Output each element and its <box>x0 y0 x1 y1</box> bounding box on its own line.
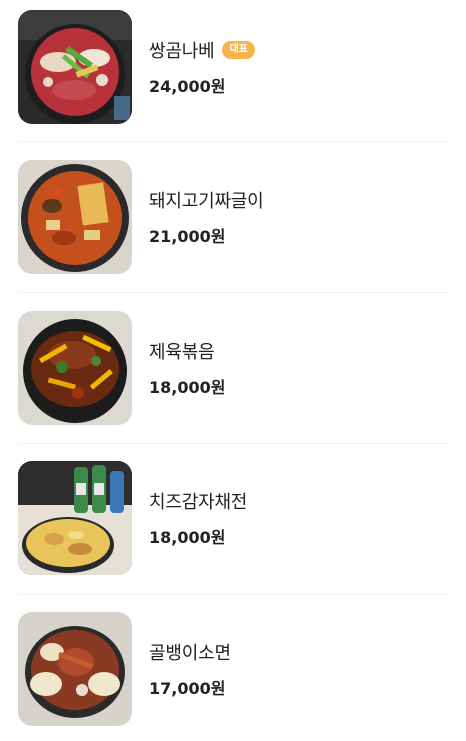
menu-item-price: 18,000원 <box>149 378 226 397</box>
divider <box>18 141 448 142</box>
menu-item-golbaengi-somyeon[interactable]: 골뱅이소면 17,000원 <box>18 612 450 726</box>
divider <box>18 292 448 293</box>
menu-item-photo <box>18 160 132 274</box>
menu-item-ssanggom-nabe[interactable]: 쌍곰나베 대표 24,000원 <box>18 10 450 124</box>
menu-item-photo <box>18 311 132 425</box>
menu-item-jjageuli[interactable]: 돼지고기짜글이 21,000원 <box>18 160 450 274</box>
menu-list: 쌍곰나베 대표 24,000원 돼지고기짜글이 21,000원 제육볶음 18,… <box>0 0 466 741</box>
menu-item-price: 18,000원 <box>149 528 226 547</box>
menu-item-name-row: 쌍곰나베 대표 <box>149 37 255 63</box>
menu-item-name: 쌍곰나베 <box>149 41 215 62</box>
menu-item-price: 21,000원 <box>149 227 226 246</box>
menu-item-name: 치즈감자채전 <box>149 492 248 513</box>
menu-item-price: 17,000원 <box>149 679 226 698</box>
menu-item-info: 치즈감자채전 18,000원 <box>149 488 247 548</box>
menu-item-jeyuk-bokkeum[interactable]: 제육볶음 18,000원 <box>18 311 450 425</box>
menu-item-name: 골뱅이소면 <box>149 643 231 664</box>
menu-item-info: 제육볶음 18,000원 <box>149 338 225 398</box>
divider <box>18 443 448 444</box>
menu-item-photo <box>18 10 132 124</box>
menu-item-name: 제육볶음 <box>149 342 215 363</box>
menu-item-name: 돼지고기짜글이 <box>149 191 264 212</box>
signature-badge: 대표 <box>222 41 255 59</box>
menu-item-info: 쌍곰나베 대표 24,000원 <box>149 37 255 97</box>
menu-item-photo <box>18 612 132 726</box>
divider <box>18 594 448 595</box>
menu-item-photo <box>18 461 132 575</box>
menu-item-cheese-potato-jeon[interactable]: 치즈감자채전 18,000원 <box>18 461 450 575</box>
menu-item-price: 24,000원 <box>149 77 226 96</box>
menu-item-info: 골뱅이소면 17,000원 <box>149 639 231 699</box>
menu-item-info: 돼지고기짜글이 21,000원 <box>149 187 264 247</box>
